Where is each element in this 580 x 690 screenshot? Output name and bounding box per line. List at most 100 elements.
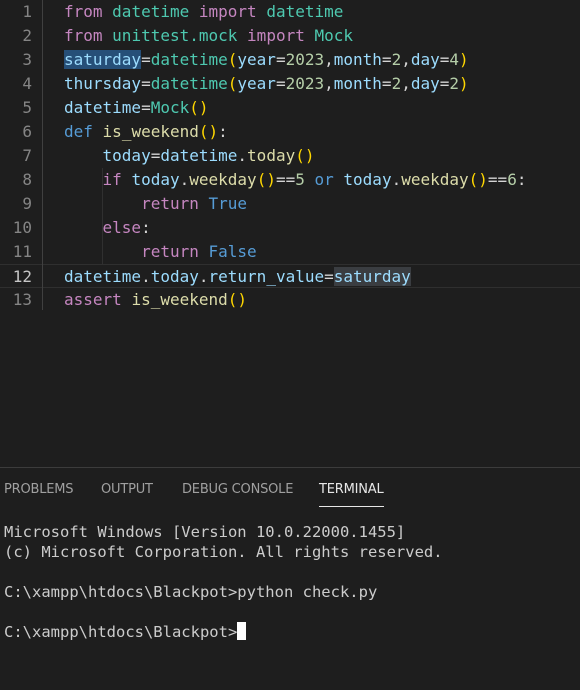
line-number: 7 [22, 146, 32, 165]
code-token: return [141, 242, 199, 261]
code-text: datetime.today.return_value=saturday [64, 265, 411, 289]
code-text: saturday=datetime(year=2023,month=2,day=… [64, 48, 469, 72]
code-token: : [141, 218, 151, 237]
code-token: , [324, 50, 334, 69]
code-text: from unittest.mock import Mock [64, 24, 353, 48]
code-token: , [401, 50, 411, 69]
panel-tabs: PROBLEMS OUTPUT DEBUG CONSOLE TERMINAL [0, 468, 580, 512]
code-token: from [64, 2, 103, 21]
line-number: 1 [22, 2, 32, 21]
code-line[interactable]: 6 def is_weekend(): [0, 120, 580, 144]
tab-output[interactable]: OUTPUT [101, 482, 153, 497]
code-token: is_weekend [131, 290, 228, 309]
code-token: else [102, 218, 142, 237]
code-token: year [237, 50, 276, 69]
code-token: 2023 [285, 50, 325, 69]
code-token: = [150, 146, 161, 165]
line-number: 3 [22, 50, 32, 69]
line-number: 6 [22, 122, 32, 141]
code-line[interactable]: 5 datetime=Mock() [0, 96, 580, 120]
code-token: ) [459, 50, 469, 69]
code-token: = [439, 74, 450, 93]
line-number: 4 [22, 74, 32, 93]
code-token: True [208, 194, 248, 213]
code-token: , [401, 74, 411, 93]
code-token: : [218, 122, 228, 141]
code-token: . [237, 146, 248, 165]
indent-guide [42, 0, 43, 310]
code-token: = [381, 74, 392, 93]
code-token: 6 [507, 170, 517, 189]
line-number: 10 [12, 218, 32, 237]
code-text: def is_weekend(): [64, 120, 228, 144]
code-text: from datetime import datetime [64, 0, 343, 24]
code-token: Mock [150, 98, 190, 117]
code-editor[interactable]: 1 from datetime import datetime 2 from unit… [0, 0, 580, 467]
code-token: from [64, 26, 103, 45]
code-token: today [343, 170, 392, 189]
code-token: datetime [160, 146, 238, 165]
code-line[interactable]: 7 today=datetime.today() [0, 144, 580, 168]
code-token: weekday [189, 170, 257, 189]
code-text: if today.weekday()==5 or today.weekday()… [64, 168, 527, 192]
code-line[interactable]: 1 from datetime import datetime [0, 0, 580, 24]
tab-debug-console[interactable]: DEBUG CONSOLE [182, 482, 293, 497]
line-number: 2 [22, 26, 32, 45]
code-token: () [189, 98, 209, 117]
code-token: = [439, 50, 450, 69]
code-token: today [150, 267, 199, 286]
code-token: () [227, 290, 248, 309]
code-token: saturday [64, 50, 142, 69]
code-token: = [324, 267, 334, 286]
code-token: 2 [391, 50, 402, 69]
code-token: month [333, 74, 382, 93]
code-token: datetime [64, 267, 142, 286]
code-line[interactable]: 8 if today.weekday()==5 or today.weekday… [0, 168, 580, 192]
line-number: 12 [12, 267, 32, 286]
tab-problems[interactable]: PROBLEMS [4, 482, 74, 497]
code-token: 4 [449, 50, 460, 69]
terminal-prompt-line[interactable]: C:\xampp\htdocs\Blackpot> [4, 622, 247, 642]
code-token: day [410, 50, 440, 69]
code-token: False [208, 242, 257, 261]
code-line[interactable]: 2 from unittest.mock import Mock [0, 24, 580, 48]
code-token: return [141, 194, 199, 213]
tab-terminal[interactable]: TERMINAL [319, 482, 384, 507]
code-line[interactable]: 12 datetime.today.return_value=saturday [0, 264, 580, 288]
code-token: datetime [150, 50, 228, 69]
code-token: datetime [150, 74, 228, 93]
code-text: datetime=Mock() [64, 96, 209, 120]
terminal-cursor [237, 622, 247, 640]
code-token: year [237, 74, 276, 93]
code-token: import [198, 2, 257, 21]
code-token: == [275, 170, 296, 189]
bottom-panel: PROBLEMS OUTPUT DEBUG CONSOLE TERMINAL M… [0, 467, 580, 690]
code-token: Mock [314, 26, 354, 45]
code-line[interactable]: 3 saturday=datetime(year=2023,month=2,day… [0, 48, 580, 72]
code-text: today=datetime.today() [64, 144, 315, 168]
code-token: 2023 [285, 74, 325, 93]
line-number: 8 [22, 170, 32, 189]
code-line[interactable]: 13 assert is_weekend() [0, 288, 580, 312]
line-number: 13 [12, 290, 32, 309]
code-token: , [324, 74, 334, 93]
code-token: 5 [295, 170, 305, 189]
code-text: thursday=datetime(year=2023,month=2,day=… [64, 72, 469, 96]
code-line[interactable]: 10 else: [0, 216, 580, 240]
code-line[interactable]: 11 return False [0, 240, 580, 264]
code-line[interactable]: 4 thursday=datetime(year=2023,month=2,day… [0, 72, 580, 96]
code-line[interactable]: 9 return True [0, 192, 580, 216]
code-token: saturday [333, 267, 411, 286]
code-token: = [275, 50, 286, 69]
code-token: today [131, 170, 180, 189]
code-token: 2 [449, 74, 460, 93]
